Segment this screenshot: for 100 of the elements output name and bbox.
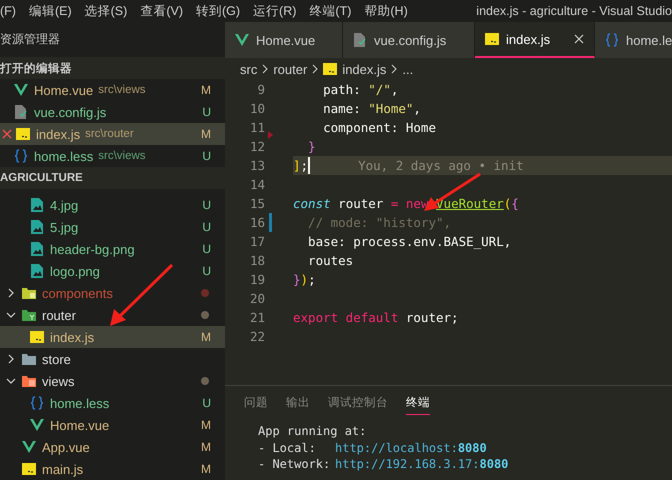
chevron-icon[interactable] [6, 376, 16, 386]
line-number: 18 [248, 253, 265, 268]
terminal-text: - Local: [258, 440, 317, 455]
braces-icon [605, 33, 619, 47]
panel-tab[interactable]: 调试控制台 [328, 395, 388, 415]
line-number: 9 [256, 82, 265, 97]
blame-annotation: You, 2 days ago • init [358, 158, 524, 173]
line-number: 15 [248, 196, 265, 211]
panel-tab[interactable]: 输出 [286, 395, 310, 415]
chevron-icon[interactable] [6, 288, 16, 298]
line-number: 10 [248, 101, 265, 116]
braces-icon [14, 149, 28, 163]
line-number: 21 [248, 310, 265, 325]
menu-item[interactable]: 转到(G) [196, 2, 240, 20]
file-tree-item[interactable]: main.js M [0, 458, 225, 480]
line-number: 11 [248, 120, 265, 135]
git-status: U [202, 220, 211, 234]
panel-tab[interactable]: 问题 [244, 395, 268, 415]
code-line: routes [307, 253, 354, 268]
git-status: M [201, 440, 211, 454]
file-path: src\views [98, 150, 146, 162]
file-tree-item[interactable]: index.js M [0, 326, 225, 348]
menu-item[interactable]: 选择(S) [84, 2, 128, 20]
code-line: name: "Home", [322, 101, 421, 116]
line-number: 20 [248, 291, 265, 306]
v-logo-icon [14, 83, 28, 97]
js-file-icon [485, 32, 499, 46]
section-header[interactable]: 打开的编辑器 [0, 57, 225, 79]
open-editor-item[interactable]: home.less src\views U [0, 145, 225, 167]
editor-tab[interactable]: home.le [595, 22, 672, 58]
file-tree-item[interactable]: views [0, 370, 225, 392]
breadcrumb-item[interactable]: router [273, 62, 308, 76]
js-file-icon [30, 330, 44, 344]
sidebar-title: 资源管理器 [0, 31, 60, 48]
js-file-icon [323, 62, 338, 76]
code-line: component: Home [322, 120, 436, 135]
line-number: 13 [248, 158, 265, 173]
breadcrumb-item[interactable]: src [240, 62, 258, 76]
terminal-text: App running at: [258, 424, 366, 438]
url-link[interactable]: http://192.168.3.17:8080 [335, 457, 508, 472]
menu-item[interactable]: 编辑(E) [28, 2, 72, 20]
menu-item[interactable]: 帮助(H) [364, 2, 408, 20]
menu-item[interactable]: (F) [0, 4, 16, 18]
menu-item[interactable]: 运行(R) [253, 2, 296, 20]
menu-item[interactable]: 查看(V) [140, 2, 183, 20]
section-header[interactable]: AGRICULTURE [0, 167, 225, 189]
git-status: M [201, 330, 211, 344]
git-status: M [201, 418, 211, 432]
file-path: src\views [98, 84, 146, 96]
file-tree-item[interactable]: Home.vue M [0, 414, 225, 436]
braces-icon [30, 396, 44, 410]
open-editor-item[interactable]: Home.vue src\views M [0, 79, 225, 101]
line-number: 22 [248, 329, 265, 344]
chevron-icon[interactable] [6, 354, 16, 364]
chevron-icon[interactable] [6, 310, 16, 320]
folder-icon [22, 374, 36, 388]
file-tree-item[interactable]: App.vue M [0, 436, 225, 458]
folder-icon [22, 286, 36, 300]
js-file-icon [16, 127, 30, 141]
file-path: src\router [85, 128, 134, 140]
file-tree-item[interactable]: header-bg.png U [0, 238, 225, 260]
git-status: U [202, 264, 211, 278]
breadcrumb-item[interactable]: ... [402, 62, 414, 76]
editor-tab[interactable]: vue.config.js [343, 22, 475, 58]
git-status: M [201, 462, 211, 476]
file-tree-item[interactable]: 5.jpg U [0, 216, 225, 238]
file-tree-item[interactable]: 4.jpg U [0, 194, 225, 216]
editor-tab[interactable]: Home.vue [225, 22, 343, 58]
file-tree-item[interactable]: home.less U [0, 392, 225, 414]
folder-icon [22, 352, 36, 366]
code-line: ]; [293, 158, 308, 173]
deleted-marker-icon [268, 130, 273, 138]
panel-tab[interactable]: 终端 [406, 395, 430, 415]
open-editor-item[interactable]: vue.config.js U [0, 101, 225, 123]
code-line: const router = new VueRouter({ [293, 196, 519, 211]
git-status: U [202, 198, 211, 212]
line-number: 16 [248, 215, 265, 230]
breadcrumb-item[interactable]: index.js [342, 62, 386, 76]
line-number: 19 [248, 272, 265, 287]
git-status: U [202, 396, 211, 410]
line-number: 12 [248, 139, 265, 154]
code-line: } [307, 139, 316, 154]
file-tree-item[interactable]: logo.png U [0, 260, 225, 282]
open-editor-item[interactable]: index.js src\router M [0, 123, 225, 145]
image-file-icon [30, 198, 44, 212]
menu-item[interactable]: 终端(T) [309, 2, 352, 20]
chevron-icon [262, 64, 268, 74]
code-line: export default router; [293, 310, 459, 325]
folder-icon [22, 308, 36, 322]
document-icon [353, 33, 367, 47]
git-status: M [201, 83, 211, 97]
git-status: U [202, 105, 211, 119]
file-tree-item[interactable]: components [0, 282, 225, 304]
file-tree-item[interactable]: store [0, 348, 225, 370]
image-file-icon [30, 264, 44, 278]
editor-tab[interactable]: index.js [475, 22, 595, 58]
window-title: index.js - agriculture - Visual Studio [475, 4, 672, 18]
url-link[interactable]: http://localhost:8080 [335, 440, 487, 455]
v-logo-icon [22, 440, 36, 454]
close-icon[interactable] [574, 34, 584, 44]
